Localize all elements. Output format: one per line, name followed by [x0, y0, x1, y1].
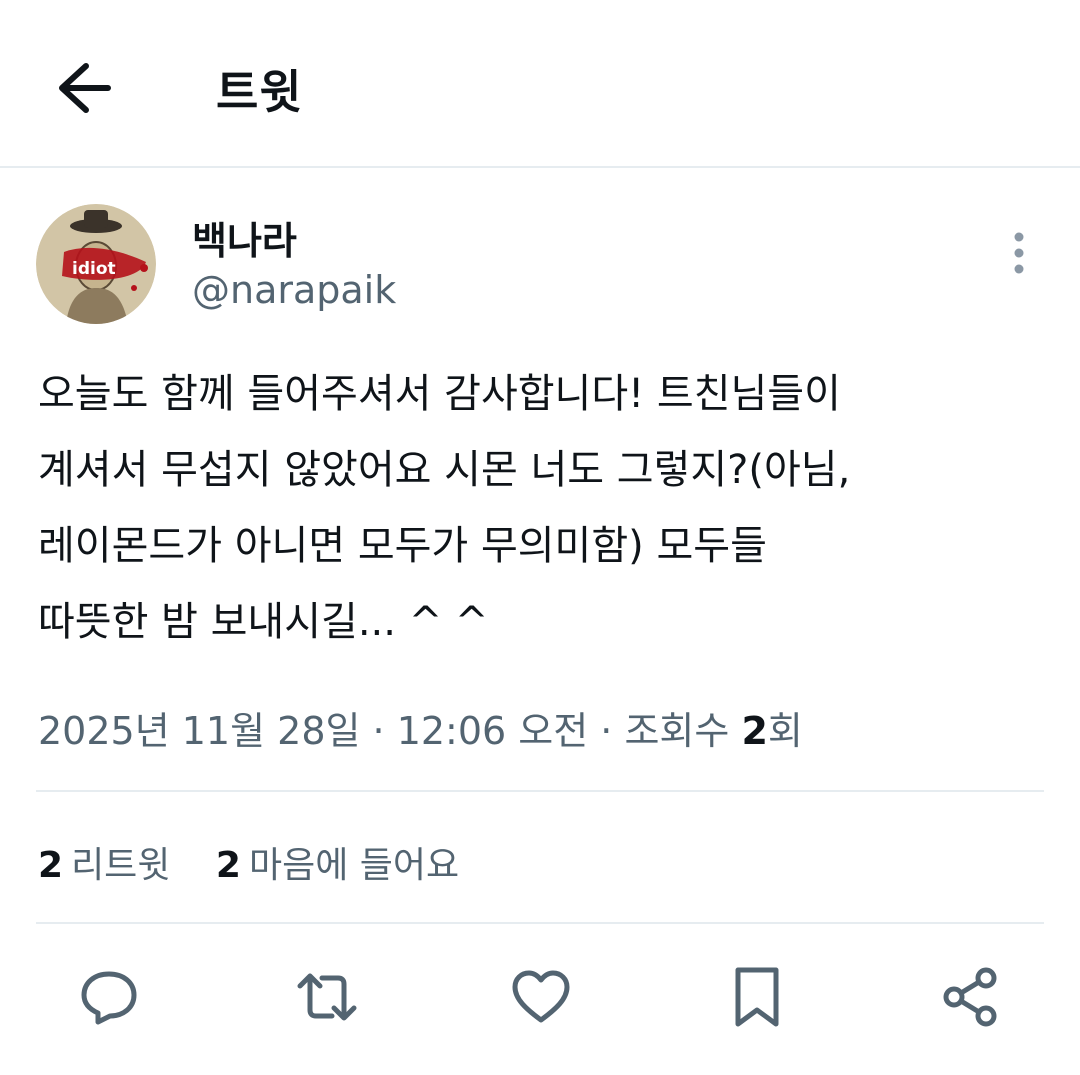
- top-bar: 트윗: [0, 0, 1080, 168]
- meta-separator: ·: [360, 709, 397, 753]
- more-vertical-icon: [1014, 232, 1024, 274]
- divider: [36, 922, 1044, 924]
- like-icon: [512, 970, 570, 1023]
- tweet-line: 따뜻한 밤 보내시길... ^ ^: [38, 599, 489, 645]
- share-icon: [943, 967, 997, 1027]
- avatar[interactable]: idiot: [36, 204, 156, 324]
- tweet-meta: 2025년 11월 28일 · 12:06 오전 · 조회수 2회: [38, 700, 803, 755]
- tweet-text: 오늘도 함께 들어주셔서 감사합니다! 트친님들이 계셔서 무섭지 않았어요 시…: [38, 356, 1048, 660]
- page-title: 트윗: [216, 65, 303, 119]
- retweet-icon: [297, 973, 357, 1021]
- share-button[interactable]: [936, 962, 1006, 1032]
- tweet-time: 12:06 오전: [396, 709, 589, 753]
- arrow-left-icon: [59, 63, 111, 113]
- retweets-label: 리트윗: [71, 845, 171, 886]
- bookmark-button[interactable]: [722, 962, 792, 1032]
- tweet-line: 오늘도 함께 들어주셔서 감사합니다! 트친님들이: [38, 371, 841, 417]
- likes-stat[interactable]: 2 마음에 들어요: [216, 836, 459, 888]
- user-handle[interactable]: @narapaik: [192, 268, 396, 312]
- like-button[interactable]: [506, 962, 576, 1032]
- engagement-stats: 2 리트윗 2 마음에 들어요: [38, 836, 493, 888]
- views-label: 조회수: [624, 709, 742, 753]
- views-count: 2: [741, 709, 768, 753]
- reply-button[interactable]: [74, 962, 144, 1032]
- reply-icon: [81, 971, 137, 1025]
- retweet-button[interactable]: [292, 962, 362, 1032]
- more-options-button[interactable]: [1004, 230, 1034, 276]
- display-name[interactable]: 백나라: [192, 210, 297, 265]
- back-button[interactable]: [52, 58, 116, 118]
- views-suffix: 회: [767, 709, 803, 753]
- tweet-line: 레이몬드가 아니면 모두가 무의미함) 모두들: [38, 523, 767, 569]
- retweets-stat[interactable]: 2 리트윗: [38, 836, 170, 888]
- tweet-line: 계셔서 무섭지 않았어요 시몬 너도 그렇지?(아님,: [38, 447, 851, 493]
- avatar-text: idiot: [72, 259, 116, 279]
- tweet-date: 2025년 11월 28일: [38, 709, 361, 753]
- meta-separator: ·: [588, 709, 625, 753]
- divider: [36, 790, 1044, 792]
- bookmark-icon: [735, 967, 779, 1027]
- retweets-count: 2: [38, 845, 64, 886]
- likes-count: 2: [215, 845, 241, 886]
- likes-label: 마음에 들어요: [248, 845, 460, 886]
